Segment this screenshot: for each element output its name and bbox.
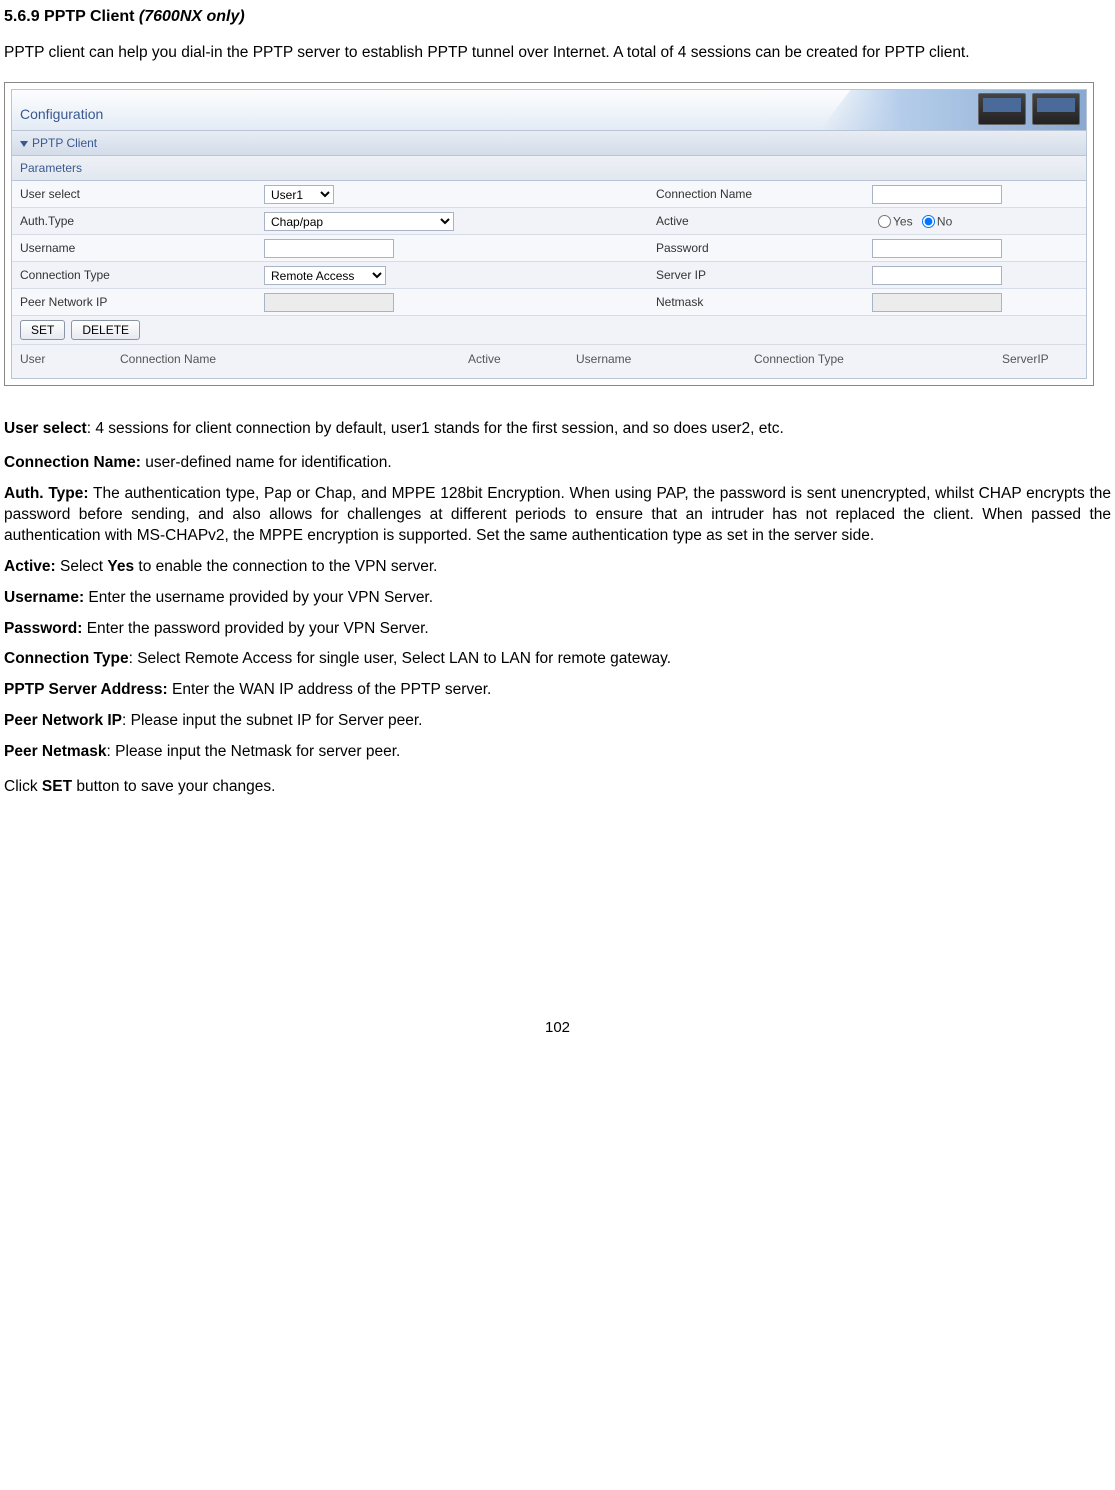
heading-number: 5.6.9: [4, 8, 40, 25]
def-auth-type: Auth. Type: The authentication type, Pap…: [4, 484, 1111, 547]
def-active: Active: Select Yes to enable the connect…: [4, 557, 1111, 578]
subsection-bar: Parameters: [11, 156, 1087, 181]
connection-name-input[interactable]: [872, 185, 1002, 204]
active-no-radio[interactable]: [922, 215, 935, 228]
intro-paragraph: PPTP client can help you dial-in the PPT…: [4, 43, 1111, 64]
def-password: Password: Enter the password provided by…: [4, 619, 1111, 640]
button-row: SET DELETE: [12, 316, 1086, 345]
label-username: Username: [12, 236, 260, 260]
active-no-label: No: [937, 215, 952, 229]
page-number: 102: [4, 1018, 1111, 1038]
text-active-post: to enable the connection to the VPN serv…: [134, 558, 437, 575]
text-password: Enter the password provided by your VPN …: [82, 620, 428, 637]
row-auth-type: Auth.Type Chap/pap Active Yes No: [12, 208, 1086, 235]
panel-title: Configuration: [20, 105, 103, 130]
text-pptp-server: Enter the WAN IP address of the PPTP ser…: [168, 681, 492, 698]
delete-button[interactable]: DELETE: [71, 320, 140, 340]
text-peer-network-ip: : Please input the subnet IP for Server …: [122, 712, 422, 729]
term-peer-network-ip: Peer Network IP: [4, 712, 122, 729]
term-username: Username:: [4, 589, 84, 606]
text-auth-type: The authentication type, Pap or Chap, an…: [4, 485, 1111, 544]
term-connection-type: Connection Type: [4, 650, 129, 667]
text-connection-name: user-defined name for identification.: [141, 454, 392, 471]
closing-note: Click SET button to save your changes.: [4, 777, 1111, 798]
label-auth-type: Auth.Type: [12, 209, 260, 233]
username-input[interactable]: [264, 239, 394, 258]
text-active-pre: Select: [56, 558, 108, 575]
peer-network-ip-input[interactable]: [264, 293, 394, 312]
text-active-bold: Yes: [107, 558, 134, 575]
def-user-select: User select: 4 sessions for client conne…: [4, 414, 1111, 443]
config-screenshot: Configuration PPTP Client Parameters Use…: [4, 82, 1094, 386]
heading-qualifier: (7600NX only): [139, 8, 245, 25]
text-username: Enter the username provided by your VPN …: [84, 589, 433, 606]
label-server-ip: Server IP: [648, 263, 864, 287]
closing-post: button to save your changes.: [72, 778, 275, 795]
art-laptop-icon: [1032, 93, 1080, 125]
term-auth-type: Auth. Type:: [4, 485, 89, 502]
def-username: Username: Enter the username provided by…: [4, 588, 1111, 609]
row-user-select: User select User1 Connection Name: [12, 181, 1086, 208]
text-user-select: : 4 sessions for client connection by de…: [87, 420, 784, 437]
auth-type-dropdown[interactable]: Chap/pap: [264, 212, 454, 231]
section-heading: 5.6.9 PPTP Client (7600NX only): [4, 6, 1111, 28]
label-netmask: Netmask: [648, 290, 864, 314]
def-peer-netmask: Peer Netmask: Please input the Netmask f…: [4, 742, 1111, 763]
password-input[interactable]: [872, 239, 1002, 258]
panel-header-art: [820, 89, 1086, 130]
col-user: User: [20, 351, 120, 367]
closing-bold: SET: [42, 778, 72, 795]
chevron-down-icon: [20, 141, 28, 147]
col-connection-type: Connection Type: [754, 351, 1002, 367]
label-connection-type: Connection Type: [12, 263, 260, 287]
col-connection-name: Connection Name: [120, 351, 468, 367]
col-username: Username: [576, 351, 754, 367]
user-select-dropdown[interactable]: User1: [264, 185, 334, 204]
heading-title: PPTP Client: [44, 8, 134, 25]
label-connection-name: Connection Name: [648, 182, 864, 206]
text-peer-netmask: : Please input the Netmask for server pe…: [107, 743, 401, 760]
def-peer-network-ip: Peer Network IP: Please input the subnet…: [4, 711, 1111, 732]
label-active: Active: [648, 209, 864, 233]
label-user-select: User select: [12, 182, 260, 206]
label-password: Password: [648, 236, 864, 260]
col-server-ip: ServerIP: [1002, 351, 1078, 367]
panel-header: Configuration: [11, 89, 1087, 131]
term-user-select: User select: [4, 420, 87, 437]
def-connection-type: Connection Type: Select Remote Access fo…: [4, 649, 1111, 670]
closing-pre: Click: [4, 778, 42, 795]
connection-type-dropdown[interactable]: Remote Access: [264, 266, 386, 285]
term-pptp-server: PPTP Server Address:: [4, 681, 168, 698]
col-active: Active: [468, 351, 576, 367]
text-connection-type: : Select Remote Access for single user, …: [129, 650, 671, 667]
def-connection-name: Connection Name: user-defined name for i…: [4, 453, 1111, 474]
definitions-body: User select: 4 sessions for client conne…: [4, 414, 1111, 799]
active-yes-label: Yes: [893, 215, 913, 229]
list-header-row: User Connection Name Active Username Con…: [12, 345, 1086, 377]
art-monitor-icon: [978, 93, 1026, 125]
section-title: PPTP Client: [32, 136, 97, 150]
netmask-input[interactable]: [872, 293, 1002, 312]
section-bar[interactable]: PPTP Client: [11, 131, 1087, 156]
row-username: Username Password: [12, 235, 1086, 262]
row-connection-type: Connection Type Remote Access Server IP: [12, 262, 1086, 289]
active-yes-radio[interactable]: [878, 215, 891, 228]
set-button[interactable]: SET: [20, 320, 65, 340]
def-pptp-server: PPTP Server Address: Enter the WAN IP ad…: [4, 680, 1111, 701]
form-grid: User select User1 Connection Name Auth.T…: [11, 181, 1087, 378]
term-connection-name: Connection Name:: [4, 454, 141, 471]
row-peer-network-ip: Peer Network IP Netmask: [12, 289, 1086, 316]
term-active: Active:: [4, 558, 56, 575]
label-peer-network-ip: Peer Network IP: [12, 290, 260, 314]
term-peer-netmask: Peer Netmask: [4, 743, 107, 760]
term-password: Password:: [4, 620, 82, 637]
server-ip-input[interactable]: [872, 266, 1002, 285]
